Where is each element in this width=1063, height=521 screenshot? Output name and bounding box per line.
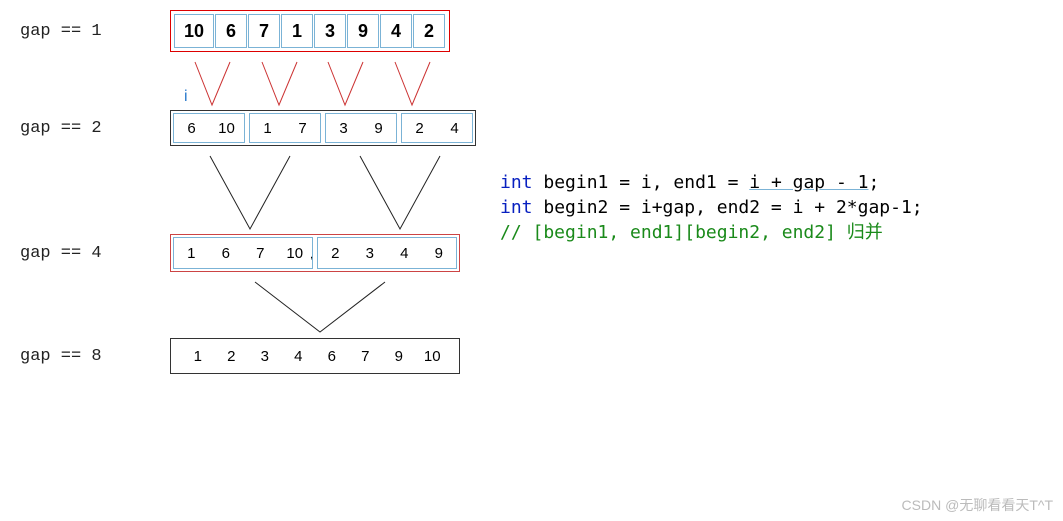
v: 9 — [382, 348, 416, 365]
gap4-label: gap == 4 — [20, 244, 170, 263]
txt: begin1 = i, end1 = — [533, 172, 750, 193]
v: 3 — [248, 348, 282, 365]
gap4-array: 1 6 7 10 ,2 3 4 9 — [170, 234, 460, 272]
pair: 24 — [401, 113, 473, 143]
v: 9 — [422, 245, 457, 262]
gap8-array: 1 2 3 4 6 7 9 10 — [170, 338, 460, 374]
v: 4 — [437, 120, 472, 137]
cell: 6 — [215, 14, 247, 48]
v: 6 — [174, 120, 209, 137]
v: 6 — [209, 245, 244, 262]
code-line-2: int begin2 = i+gap, end2 = i + 2*gap-1; — [500, 195, 1063, 220]
cell: 2 — [413, 14, 445, 48]
gap8-cells: 1 2 3 4 6 7 9 10 — [170, 338, 460, 374]
gap2-cells: i 610 17 39 24 — [170, 110, 476, 146]
gap1-row: gap == 1 10 6 7 1 3 9 4 2 — [20, 10, 500, 52]
cell: 3 — [314, 14, 346, 48]
v: 7 — [243, 245, 278, 262]
txt: begin2 = i+gap, end2 = i + 2*gap-1; — [533, 197, 923, 218]
v: 3 — [353, 245, 388, 262]
code-line-3: // [begin1, end1][begin2, end2] 归并 — [500, 220, 1063, 245]
cell: 10 — [174, 14, 214, 48]
v: 1 — [250, 120, 285, 137]
v: 2 — [215, 348, 249, 365]
gap1-label: gap == 1 — [20, 22, 170, 41]
v: 3 — [326, 120, 361, 137]
pair: 39 — [325, 113, 397, 143]
quad: ,2 3 4 9 — [317, 237, 457, 269]
v: 10 — [278, 245, 313, 262]
gap4-row: gap == 4 1 6 7 10 ,2 3 4 9 — [20, 234, 500, 272]
v: 10 — [416, 348, 450, 365]
v: 9 — [361, 120, 396, 137]
gap8-row: gap == 8 1 2 3 4 6 7 9 10 — [20, 338, 500, 374]
v: 10 — [209, 120, 244, 137]
v: 1 — [174, 245, 209, 262]
v: 4 — [282, 348, 316, 365]
cell: 7 — [248, 14, 280, 48]
gap4-cells: 1 6 7 10 ,2 3 4 9 — [170, 234, 460, 272]
v: 4 — [387, 245, 422, 262]
semi: ; — [868, 172, 879, 193]
quad: 1 6 7 10 — [173, 237, 313, 269]
gap8-label: gap == 8 — [20, 347, 170, 366]
pair: 17 — [249, 113, 321, 143]
kw: int — [500, 197, 533, 218]
cell: 1 — [281, 14, 313, 48]
gap2-label: gap == 2 — [20, 119, 170, 138]
expr: i + gap - 1 — [749, 172, 868, 193]
pair: 610 — [173, 113, 245, 143]
gap2-row: gap == 2 i 610 17 39 24 — [20, 110, 500, 146]
connectors-4-8 — [20, 280, 520, 338]
gap1-array: 10 6 7 1 3 9 4 2 — [170, 10, 450, 52]
gap1-cells: 10 6 7 1 3 9 4 2 — [170, 10, 450, 52]
watermark: CSDN @无聊看看天T^T — [902, 495, 1053, 515]
cell: 9 — [347, 14, 379, 48]
v: 1 — [181, 348, 215, 365]
code-column: int begin1 = i, end1 = i + gap - 1; int … — [500, 0, 1063, 382]
connectors-2-4 — [20, 154, 520, 234]
v: ,2 — [318, 245, 353, 262]
v: 2 — [402, 120, 437, 137]
v: 7 — [285, 120, 320, 137]
connectors-1-2 — [20, 60, 520, 110]
diagram-column: gap == 1 10 6 7 1 3 9 4 2 — [0, 0, 500, 382]
v: 6 — [315, 348, 349, 365]
v: 7 — [349, 348, 383, 365]
gap2-array: 610 17 39 24 — [170, 110, 476, 146]
vv: 2 — [331, 245, 339, 262]
cell: 4 — [380, 14, 412, 48]
kw: int — [500, 172, 533, 193]
i-pointer-label: i — [184, 88, 188, 106]
code-line-1: int begin1 = i, end1 = i + gap - 1; — [500, 170, 1063, 195]
